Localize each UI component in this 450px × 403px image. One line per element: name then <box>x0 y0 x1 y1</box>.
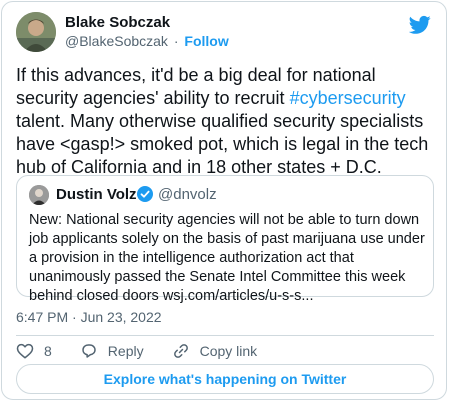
tweet-body: If this advances, it'd be a big deal for… <box>16 64 434 179</box>
reply-label: Reply <box>107 343 144 359</box>
like-button[interactable]: 8 <box>16 342 52 360</box>
follow-button[interactable]: Follow <box>184 33 228 49</box>
author-handle[interactable]: @BlakeSobczak <box>65 33 168 49</box>
divider <box>16 335 434 336</box>
link-icon <box>173 344 188 358</box>
verified-badge-icon <box>137 186 153 202</box>
author-name[interactable]: Blake Sobczak <box>65 14 170 31</box>
quoted-tweet[interactable]: Dustin Volz @dnvolz New: National securi… <box>16 175 434 304</box>
tweet-card: Blake Sobczak @BlakeSobczak · Follow If … <box>1 1 447 400</box>
copy-link-button[interactable]: Copy link <box>172 342 258 360</box>
explore-twitter-button[interactable]: Explore what's happening on Twitter <box>16 364 434 394</box>
quoted-author-name: Dustin Volz <box>56 186 137 203</box>
tweet-text-end: talent. Many otherwise qualified securit… <box>16 111 429 177</box>
hashtag-link[interactable]: #cybersecurity <box>290 88 406 108</box>
reply-icon <box>82 344 96 358</box>
action-bar: 8 Reply Copy link <box>16 341 285 361</box>
quoted-author-avatar <box>29 185 49 205</box>
like-count: 8 <box>44 343 52 359</box>
tweet-timestamp[interactable]: 6:47 PM · Jun 23, 2022 <box>16 309 162 325</box>
author-avatar[interactable] <box>16 12 56 52</box>
author-meta: @BlakeSobczak · Follow <box>65 33 229 49</box>
copy-link-label: Copy link <box>199 343 258 359</box>
quoted-tweet-text: New: National security agencies will not… <box>29 212 425 304</box>
reply-button[interactable]: Reply <box>80 342 144 360</box>
heart-icon <box>16 343 34 359</box>
quoted-author-handle: @dnvolz <box>158 186 217 203</box>
twitter-bird-icon[interactable] <box>409 15 431 35</box>
separator-dot: · <box>173 33 179 49</box>
